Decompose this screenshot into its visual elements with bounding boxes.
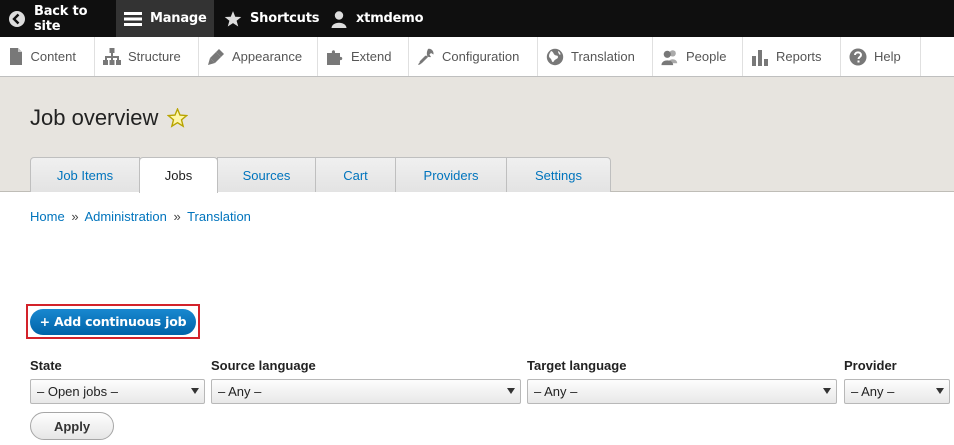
- tray-item-help[interactable]: Help: [841, 37, 921, 76]
- shortcuts-tab[interactable]: Shortcuts: [214, 0, 324, 37]
- add-continuous-job-button[interactable]: + Add continuous job: [30, 308, 196, 335]
- manage-tab[interactable]: Manage: [116, 0, 214, 37]
- tray-item-label: People: [686, 49, 727, 64]
- filter-state-label: State: [30, 358, 62, 373]
- dropdown-arrow-icon: [507, 388, 515, 394]
- puzzle-icon: [326, 48, 344, 66]
- back-to-site-label: Back to site: [34, 3, 88, 34]
- apply-button[interactable]: Apply: [30, 412, 114, 440]
- wrench-icon: [417, 48, 435, 66]
- tray-item-label: Content: [30, 49, 76, 64]
- breadcrumb-translation-link[interactable]: Translation: [187, 209, 251, 224]
- page-icon: [8, 48, 23, 66]
- source-language-select[interactable]: – Any –: [211, 379, 521, 404]
- tab-settings[interactable]: Settings: [506, 157, 611, 192]
- hierarchy-icon: [103, 48, 121, 66]
- state-select[interactable]: – Open jobs –: [30, 379, 205, 404]
- tab-providers[interactable]: Providers: [395, 157, 507, 192]
- breadcrumb-separator: »: [173, 209, 181, 224]
- favorite-star-icon[interactable]: [167, 108, 189, 128]
- filter-source-language: Source language – Any –: [211, 358, 521, 404]
- target-language-select[interactable]: – Any –: [527, 379, 837, 404]
- tray-item-translation[interactable]: Translation: [538, 37, 653, 76]
- filter-state: State – Open jobs –: [30, 358, 205, 404]
- filter-provider: Provider – Any –: [844, 358, 950, 404]
- hamburger-icon: [124, 10, 142, 28]
- filter-target-language: Target language – Any –: [527, 358, 837, 404]
- back-to-site-link[interactable]: Back to site: [0, 0, 116, 37]
- add-continuous-job-highlight: + Add continuous job: [26, 304, 200, 339]
- bar-chart-icon: [751, 48, 769, 66]
- shortcuts-label: Shortcuts: [250, 11, 320, 26]
- dropdown-arrow-icon: [936, 388, 944, 394]
- star-icon: [224, 10, 242, 28]
- user-tab[interactable]: xtmdemo: [324, 0, 435, 37]
- filter-target-language-label: Target language: [527, 358, 627, 373]
- breadcrumb-home-link[interactable]: Home: [30, 209, 65, 224]
- tray-item-label: Help: [874, 49, 901, 64]
- tray-item-label: Translation: [571, 49, 635, 64]
- tray-item-label: Extend: [351, 49, 392, 64]
- tab-job-items[interactable]: Job Items: [30, 157, 140, 192]
- filter-source-language-label: Source language: [211, 358, 316, 373]
- tray-item-label: Reports: [776, 49, 822, 64]
- tray-item-extend[interactable]: Extend: [318, 37, 409, 76]
- provider-select[interactable]: – Any –: [844, 379, 950, 404]
- manage-label: Manage: [150, 11, 207, 26]
- tray-item-label: Configuration: [442, 49, 520, 64]
- tray-item-label: Structure: [128, 49, 181, 64]
- tab-jobs[interactable]: Jobs: [139, 157, 218, 193]
- tray-item-reports[interactable]: Reports: [743, 37, 841, 76]
- tray-item-label: Appearance: [232, 49, 303, 64]
- dropdown-arrow-icon: [823, 388, 831, 394]
- page-title: Job overview: [30, 105, 189, 131]
- globe-icon: [546, 48, 564, 66]
- tray-item-appearance[interactable]: Appearance: [199, 37, 318, 76]
- target-language-select-value: – Any –: [534, 384, 578, 399]
- state-select-value: – Open jobs –: [37, 384, 118, 399]
- breadcrumb: Home » Administration » Translation: [30, 209, 251, 224]
- tray-item-configuration[interactable]: Configuration: [409, 37, 538, 76]
- breadcrumb-separator: »: [71, 209, 79, 224]
- admin-tray-menu: Content Structure Appearance Extend Conf…: [0, 37, 954, 77]
- admin-toolbar: Back to site Manage Shortcuts xtmdemo: [0, 0, 954, 37]
- back-arrow-icon: [8, 10, 26, 28]
- tab-sources[interactable]: Sources: [217, 157, 316, 192]
- tray-item-structure[interactable]: Structure: [95, 37, 199, 76]
- tab-cart[interactable]: Cart: [315, 157, 396, 192]
- page-header: Job overview Job Items Jobs Sources Cart…: [0, 77, 954, 193]
- page-title-text: Job overview: [30, 105, 159, 130]
- tray-item-people[interactable]: People: [653, 37, 743, 76]
- breadcrumb-administration-link[interactable]: Administration: [84, 209, 166, 224]
- user-icon: [330, 10, 348, 28]
- paintbrush-icon: [207, 48, 225, 66]
- source-language-select-value: – Any –: [218, 384, 262, 399]
- primary-tabs: Job Items Jobs Sources Cart Providers Se…: [30, 157, 611, 193]
- user-label: xtmdemo: [356, 11, 424, 26]
- provider-select-value: – Any –: [851, 384, 895, 399]
- dropdown-arrow-icon: [191, 388, 199, 394]
- question-icon: [849, 48, 867, 66]
- people-icon: [661, 48, 679, 66]
- filter-provider-label: Provider: [844, 358, 897, 373]
- tray-item-content[interactable]: Content: [0, 37, 95, 76]
